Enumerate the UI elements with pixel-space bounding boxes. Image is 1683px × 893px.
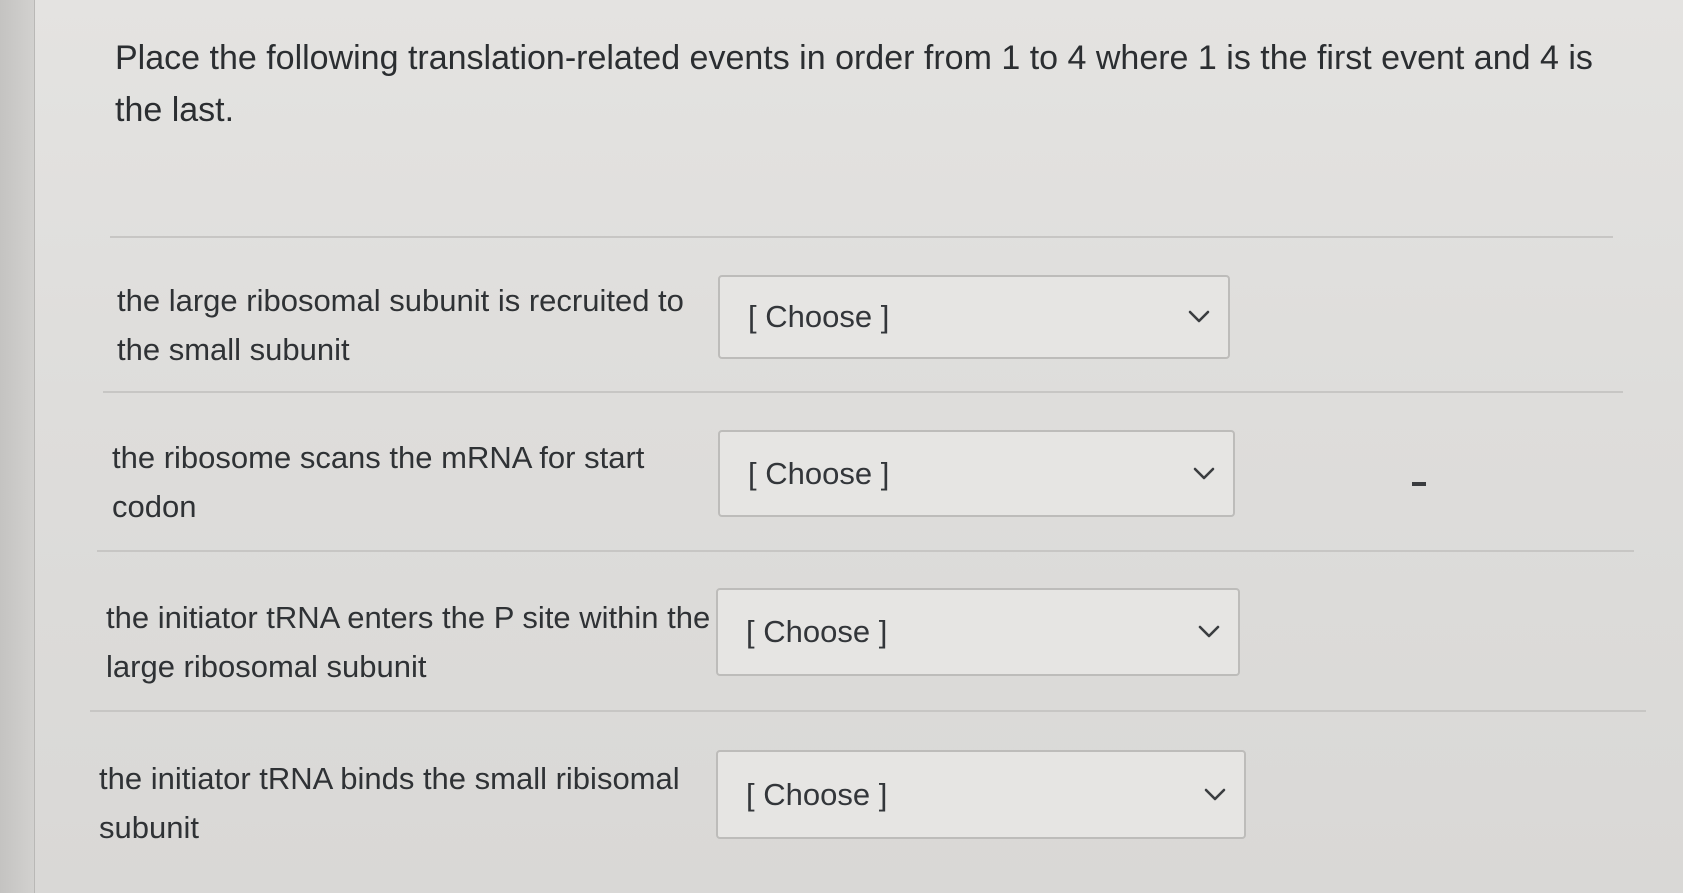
question-prompt: Place the following translation-related … — [115, 39, 1593, 129]
event-label: the ribosome scans the mRNA for start co… — [112, 440, 645, 524]
order-select[interactable]: [ Choose ] — [718, 275, 1230, 359]
select-value: [ Choose ] — [748, 299, 890, 334]
event-label: the initiator tRNA binds the small ribis… — [99, 761, 680, 845]
left-edge — [0, 0, 35, 893]
divider — [103, 391, 1623, 393]
order-select[interactable]: [ Choose ] — [716, 750, 1246, 839]
quiz-page: Place the following translation-related … — [0, 0, 1683, 893]
chevron-down-icon — [1193, 467, 1215, 479]
event-label: the large ribosomal subunit is recruited… — [117, 283, 684, 367]
chevron-down-icon — [1204, 788, 1226, 800]
chevron-down-icon — [1188, 310, 1210, 323]
divider — [97, 550, 1634, 552]
order-select[interactable]: [ Choose ] — [716, 588, 1240, 676]
event-label: the initiator tRNA enters the P site wit… — [106, 600, 711, 684]
chevron-down-icon — [1198, 625, 1220, 638]
stray-mark — [1412, 482, 1426, 486]
order-select[interactable]: [ Choose ] — [718, 430, 1235, 517]
select-value: [ Choose ] — [748, 455, 890, 491]
divider — [110, 236, 1613, 238]
select-value: [ Choose ] — [746, 776, 888, 812]
select-value: [ Choose ] — [746, 614, 888, 649]
divider — [90, 710, 1646, 712]
